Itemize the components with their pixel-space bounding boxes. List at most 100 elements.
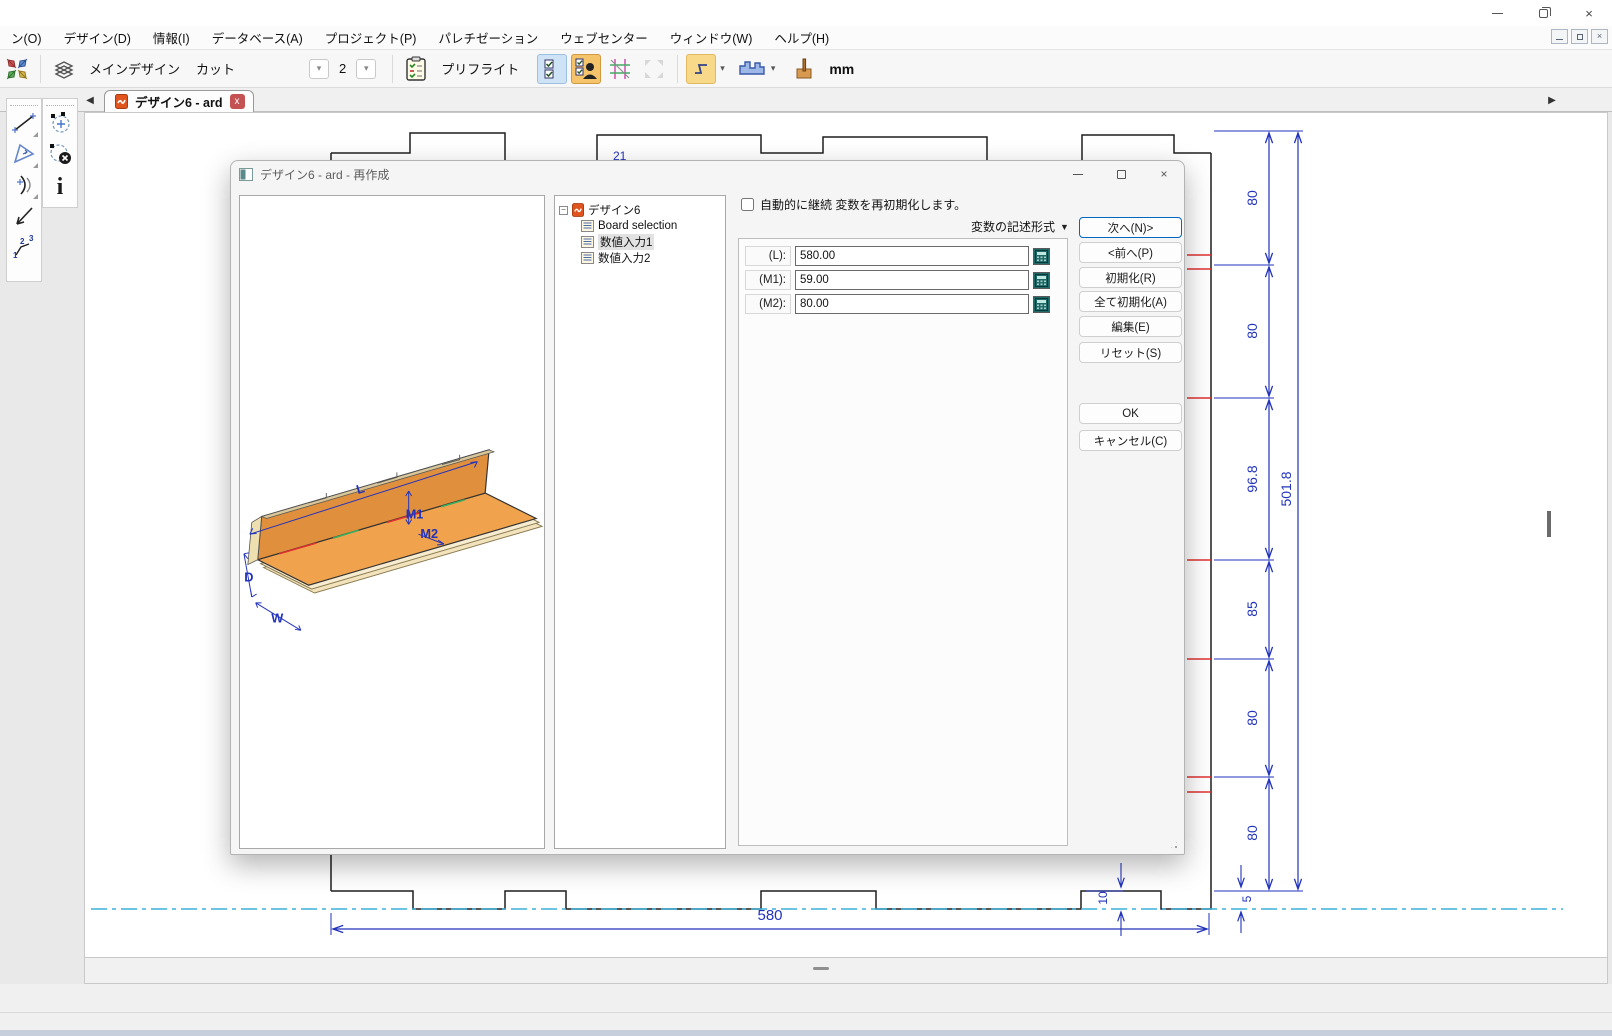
- line-tool-button[interactable]: [9, 108, 39, 138]
- scrollbar-thumb[interactable]: [1547, 511, 1551, 537]
- palette-drag-handle[interactable]: [46, 100, 74, 106]
- document-tab[interactable]: デザイン6 - ard x: [104, 90, 254, 112]
- node-add-icon: [47, 110, 73, 136]
- menu-item-webcenter[interactable]: ウェブセンター: [549, 26, 659, 49]
- layers-button[interactable]: [49, 54, 79, 84]
- measure-tool-button[interactable]: [9, 201, 39, 231]
- tree-item-board-selection[interactable]: Board selection: [581, 218, 721, 234]
- gauge-icon: [793, 57, 815, 81]
- calculator-button-M2[interactable]: [1033, 296, 1050, 313]
- tree-item-numeric-input-2[interactable]: 数値入力2: [581, 250, 721, 266]
- toolbar-separator: [677, 55, 678, 83]
- angle-tool-button[interactable]: [9, 139, 39, 169]
- node-add-tool-button[interactable]: [45, 108, 75, 138]
- fit-view-button[interactable]: [639, 54, 669, 84]
- mdi-close-button[interactable]: ×: [1591, 29, 1608, 44]
- tree-root-item[interactable]: − デザイン6: [559, 202, 721, 218]
- menu-item-0[interactable]: ン(O): [0, 26, 53, 49]
- calculator-button-L[interactable]: [1033, 248, 1050, 265]
- dialog-resize-grip[interactable]: [1169, 840, 1179, 850]
- cancel-button[interactable]: キャンセル(C): [1079, 430, 1182, 451]
- menu-item-palletization[interactable]: パレチゼーション: [427, 26, 549, 49]
- tab-close-button[interactable]: x: [230, 94, 245, 109]
- menu-item-design[interactable]: デザイン(D): [53, 26, 142, 49]
- field-input-L[interactable]: [795, 246, 1029, 266]
- dialog-maximize-button[interactable]: [1101, 161, 1141, 187]
- dialog-minimize-button[interactable]: [1058, 161, 1098, 187]
- svg-text:i: i: [57, 174, 64, 198]
- tab-scroll-left-button[interactable]: ◀: [82, 89, 98, 111]
- dialog-close-button[interactable]: ×: [1144, 161, 1184, 187]
- mdi-minimize-button[interactable]: [1551, 29, 1568, 44]
- menu-item-help[interactable]: ヘルプ(H): [763, 26, 840, 49]
- preview-dim-W: W: [271, 610, 283, 625]
- maximize-icon: [1117, 170, 1126, 179]
- auto-reinit-label: 自動的に継続 変数を再初期化します。: [760, 196, 966, 213]
- initialize-all-button[interactable]: 全て初期化(A): [1079, 291, 1182, 312]
- field-input-M1[interactable]: [795, 270, 1029, 290]
- arrow-tool-icon: [11, 203, 37, 229]
- grid-button[interactable]: [605, 54, 635, 84]
- four-arrows-icon: [4, 57, 30, 81]
- layer-dropdown[interactable]: ▾: [309, 59, 329, 79]
- mdi-restore-button[interactable]: [1571, 29, 1588, 44]
- info-tool-button[interactable]: i: [45, 170, 75, 200]
- navigate-arrows-button[interactable]: [2, 54, 32, 84]
- menu-item-window[interactable]: ウィンドウ(W): [659, 26, 764, 49]
- tree-collapse-icon[interactable]: −: [559, 206, 568, 215]
- arc-tool-button[interactable]: [9, 170, 39, 200]
- field-input-M2[interactable]: [795, 294, 1029, 314]
- previous-button[interactable]: <前へ(P): [1079, 242, 1182, 263]
- calculator-icon: [1035, 274, 1048, 287]
- preview-panel: L M1 M2 D W: [239, 195, 545, 849]
- reset-button[interactable]: リセット(S): [1079, 342, 1182, 363]
- field-label-M1: (M1):: [745, 270, 791, 290]
- zigzag-dropdown[interactable]: ▾: [720, 63, 725, 74]
- sequence-tool-button[interactable]: 1 2 3: [9, 232, 39, 262]
- window-restore-button[interactable]: [1520, 0, 1566, 26]
- edit-button[interactable]: 編集(E): [1079, 316, 1182, 337]
- preflight-label[interactable]: プリフライト: [441, 59, 519, 78]
- dim-label: 80: [1244, 710, 1260, 726]
- grid-icon: [608, 57, 632, 81]
- dim-bottom: 580: [331, 907, 1209, 935]
- initialize-button[interactable]: 初期化(R): [1079, 267, 1182, 288]
- dim-total-label: 501.8: [1278, 471, 1294, 506]
- node-delete-tool-button[interactable]: [45, 139, 75, 169]
- preflight-button[interactable]: [401, 54, 431, 84]
- profile-dropdown[interactable]: ▾: [771, 63, 776, 74]
- auto-reinit-checkbox[interactable]: [741, 198, 754, 211]
- layers-icon: [52, 58, 76, 80]
- window-bottom-edge: [0, 1030, 1612, 1036]
- menu-item-database[interactable]: データベース(A): [201, 26, 314, 49]
- chevron-down-icon: ▼: [1060, 222, 1069, 232]
- window-minimize-button[interactable]: [1474, 0, 1520, 26]
- ok-button[interactable]: OK: [1079, 403, 1182, 424]
- minimize-icon: [1492, 13, 1503, 14]
- cut-layer-label[interactable]: カット: [196, 59, 235, 78]
- variable-format-control[interactable]: 変数の記述形式 ▼: [971, 218, 1069, 235]
- zigzag-tool-button[interactable]: [686, 54, 716, 84]
- tree-item-numeric-input-1[interactable]: 数値入力1: [581, 234, 721, 250]
- tab-title: デザイン6 - ard: [135, 92, 223, 111]
- gauge-tool-button[interactable]: [789, 54, 819, 84]
- horizontal-scroll-grip[interactable]: [813, 967, 829, 970]
- calculator-icon: [1035, 298, 1048, 311]
- menu-item-project[interactable]: プロジェクト(P): [314, 26, 428, 49]
- tab-scroll-right-button[interactable]: ▶: [1544, 89, 1560, 111]
- checklist-person-button[interactable]: [571, 54, 601, 84]
- palette-drag-handle[interactable]: [10, 100, 38, 106]
- svg-text:2: 2: [20, 237, 25, 246]
- menu-item-info[interactable]: 情報(I): [142, 26, 201, 49]
- profile-tool-button[interactable]: [737, 54, 767, 84]
- view-dropdown[interactable]: ▾: [356, 59, 376, 79]
- calculator-button-M1[interactable]: [1033, 272, 1050, 289]
- tree-item-label: Board selection: [598, 220, 677, 232]
- dim-label: 80: [1244, 323, 1260, 339]
- field-row-L: (L):: [745, 246, 1050, 266]
- next-button[interactable]: 次へ(N)>: [1079, 217, 1182, 238]
- checklist-button[interactable]: [537, 54, 567, 84]
- dialog-titlebar[interactable]: デザイン6 - ard - 再作成: [231, 161, 1184, 187]
- window-close-button[interactable]: ×: [1566, 0, 1612, 26]
- active-layer-label[interactable]: メインデザイン: [89, 59, 180, 78]
